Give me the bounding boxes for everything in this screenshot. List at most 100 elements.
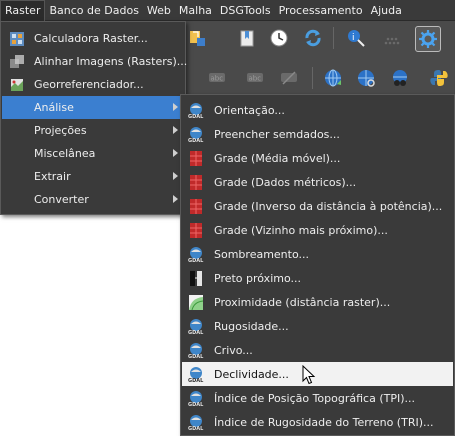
- svg-text:abc: abc: [249, 75, 262, 83]
- gdal-icon: GDAL: [188, 319, 204, 335]
- svg-text:GDAL: GDAL: [188, 378, 204, 383]
- submenu-item-tri[interactable]: GDAL Índice de Rugosidade do Terreno (TR…: [182, 410, 453, 434]
- python-icon[interactable]: [428, 67, 450, 89]
- label-icon-2[interactable]: abc: [244, 67, 266, 89]
- align-rasters-icon: [10, 55, 24, 68]
- submenu-item-label: Grade (Inverso da distância à potência).…: [214, 199, 443, 213]
- bookmark-icon[interactable]: [236, 27, 258, 49]
- nearblack-icon: [190, 271, 202, 286]
- gdal-icon: GDAL: [188, 103, 204, 119]
- submenu-item-label: Grade (Média móvel)...: [214, 151, 341, 165]
- menu-item-calculadora-raster[interactable]: Calculadora Raster...: [2, 27, 184, 50]
- dots-icon[interactable]: [381, 27, 403, 49]
- menu-malha-label: Malha: [178, 3, 212, 17]
- submenu-item-crivo[interactable]: GDAL Crivo...: [182, 338, 453, 362]
- menu-item-label: Converter: [34, 193, 89, 206]
- submenu-arrow-icon: [173, 126, 178, 134]
- submenu-item-proximidade[interactable]: Proximidade (distância raster)...: [182, 290, 453, 314]
- submenu-item-orientacao[interactable]: GDAL Orientação...: [182, 98, 453, 122]
- submenu-item-declividade[interactable]: GDAL Declividade...: [182, 362, 453, 386]
- submenu-item-label: Sombreamento...: [214, 247, 309, 261]
- raster-calculator-icon: [10, 32, 24, 46]
- menu-item-label: Calculadora Raster...: [34, 32, 148, 45]
- menu-ajuda-label: Ajuda: [370, 3, 402, 17]
- menu-banco-de-dados[interactable]: Banco de Dados: [45, 0, 142, 21]
- globe-search-icon[interactable]: [355, 67, 377, 89]
- settings-icon[interactable]: [415, 26, 441, 52]
- submenu-item-label: Preencher semdados...: [214, 127, 340, 141]
- label-icon[interactable]: abc: [206, 67, 228, 89]
- menu-web-label: Web: [146, 3, 171, 17]
- gdal-icon: GDAL: [188, 247, 204, 263]
- svg-text:i: i: [352, 33, 355, 43]
- menu-malha[interactable]: Malha: [175, 0, 216, 21]
- menu-item-converter[interactable]: Converter: [2, 188, 184, 211]
- raster-menu: Calculadora Raster... Alinhar Imagens (R…: [0, 21, 188, 215]
- svg-text:GDAL: GDAL: [188, 114, 204, 119]
- grid-red-icon: [190, 223, 202, 238]
- menu-processamento-label: Processamento: [278, 3, 363, 17]
- globe-binoculars-icon[interactable]: [389, 67, 411, 89]
- submenu-arrow-icon: [173, 195, 178, 203]
- menu-item-georreferenciador[interactable]: Georreferenciador...: [2, 73, 184, 96]
- submenu-item-rugosidade[interactable]: GDAL Rugosidade...: [182, 314, 453, 338]
- submenu-item-label: Grade (Dados métricos)...: [214, 175, 357, 189]
- menu-raster[interactable]: Raster: [0, 0, 46, 21]
- submenu-item-label: Rugosidade...: [214, 319, 289, 333]
- svg-text:GDAL: GDAL: [188, 402, 204, 407]
- menu-item-label: Alinhar Imagens (Rasters)...: [34, 55, 188, 68]
- mouse-pointer-icon: [302, 365, 316, 385]
- submenu-arrow-icon: [173, 103, 178, 111]
- svg-text:GDAL: GDAL: [188, 354, 204, 359]
- submenu-item-label: Índice de Rugosidade do Terreno (TRI)...: [214, 415, 434, 429]
- svg-text:GDAL: GDAL: [188, 330, 204, 335]
- menu-item-label: Projeções: [34, 124, 87, 137]
- menu-processamento[interactable]: Processamento: [275, 0, 367, 21]
- toolbar-separator: [333, 27, 334, 49]
- grid-red-icon: [190, 175, 202, 190]
- menu-item-label: Análise: [34, 101, 74, 114]
- submenu-item-label: Proximidade (distância raster)...: [214, 295, 391, 309]
- menu-web[interactable]: Web: [143, 0, 175, 21]
- grid-red-icon: [190, 199, 202, 214]
- submenu-item-preencher-semdados[interactable]: GDAL Preencher semdados...: [182, 122, 453, 146]
- menu-dsgtools-label: DSGTools: [219, 3, 271, 17]
- submenu-item-label: Declividade...: [214, 367, 289, 381]
- menu-item-label: Georreferenciador...: [34, 78, 144, 91]
- menu-dsgtools[interactable]: DSGTools: [216, 0, 275, 21]
- submenu-arrow-icon: [173, 149, 178, 157]
- submenu-item-grade-inverso-distancia[interactable]: Grade (Inverso da distância à potência).…: [182, 194, 453, 218]
- menu-item-miscelanea[interactable]: Miscelânea: [2, 142, 184, 165]
- gdal-icon: GDAL: [188, 391, 204, 407]
- submenu-item-tpi[interactable]: GDAL Índice de Posição Topográfica (TPI)…: [182, 386, 453, 410]
- gdal-icon: GDAL: [188, 343, 204, 359]
- proximity-icon: [189, 295, 204, 311]
- menu-raster-label: Raster: [5, 3, 41, 17]
- submenu-item-label: Índice de Posição Topográfica (TPI)...: [214, 391, 416, 405]
- clock-icon[interactable]: [268, 27, 290, 49]
- menu-banco-label: Banco de Dados: [49, 3, 139, 17]
- analise-submenu: GDAL Orientação... GDAL Preencher semdad…: [180, 94, 455, 436]
- menu-item-analise[interactable]: Análise: [2, 96, 184, 119]
- svg-text:GDAL: GDAL: [188, 258, 204, 263]
- toolbar-separator-2: [312, 67, 313, 89]
- menu-item-label: Miscelânea: [34, 147, 96, 160]
- svg-text:GDAL: GDAL: [188, 426, 204, 431]
- refresh-icon[interactable]: [302, 27, 324, 49]
- submenu-item-sombreamento[interactable]: GDAL Sombreamento...: [182, 242, 453, 266]
- menu-item-extrair[interactable]: Extrair: [2, 165, 184, 188]
- submenu-item-preto-proximo[interactable]: Preto próximo...: [182, 266, 453, 290]
- svg-text:GDAL: GDAL: [188, 138, 204, 143]
- raster-plugin-icon[interactable]: [186, 27, 208, 49]
- gdal-icon: GDAL: [188, 415, 204, 431]
- submenu-item-grade-media-movel[interactable]: Grade (Média móvel)...: [182, 146, 453, 170]
- identify-icon[interactable]: i: [345, 27, 367, 49]
- label-icon-3[interactable]: [278, 67, 300, 89]
- globe-icon[interactable]: [322, 67, 344, 89]
- submenu-item-grade-vizinho[interactable]: Grade (Vizinho mais próximo)...: [182, 218, 453, 242]
- submenu-item-grade-dados-metricos[interactable]: Grade (Dados métricos)...: [182, 170, 453, 194]
- menu-item-alinhar-imagens[interactable]: Alinhar Imagens (Rasters)...: [2, 50, 188, 73]
- menu-ajuda[interactable]: Ajuda: [367, 0, 406, 21]
- menu-item-projecoes[interactable]: Projeções: [2, 119, 184, 142]
- gdal-icon: GDAL: [188, 367, 204, 383]
